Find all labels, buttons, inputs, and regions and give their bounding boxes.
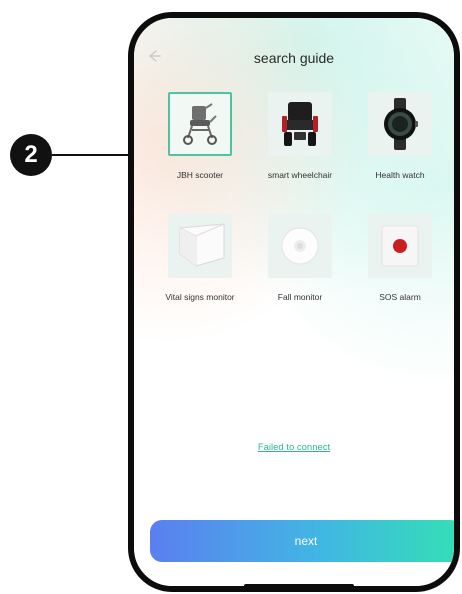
app-screen: search guide JBH scooter smart wheelchai… (134, 18, 454, 586)
vital-monitor-icon (179, 223, 225, 267)
next-button[interactable]: next (150, 520, 454, 562)
device-tile-sos-alarm[interactable] (368, 214, 432, 278)
device-tile-fall-monitor[interactable] (268, 214, 332, 278)
device-label: smart wheelchair (267, 170, 333, 180)
device-tile-smart-wheelchair[interactable] (268, 92, 332, 156)
device-label: Vital signs monitor (165, 292, 235, 302)
wheelchair-icon (282, 102, 318, 146)
device-label: JBH scooter (176, 170, 224, 180)
callout-number-badge: 2 (10, 134, 52, 176)
page-title: search guide (253, 50, 335, 66)
home-indicator[interactable] (244, 584, 354, 586)
sos-alarm-icon (381, 225, 419, 267)
device-label: Health watch (375, 170, 425, 180)
device-tile-vital-signs-monitor[interactable] (168, 214, 232, 278)
fall-monitor-icon (281, 227, 319, 265)
watch-icon (384, 98, 418, 150)
device-label: SOS alarm (379, 292, 421, 302)
instruction-figure: 2 search guide JBH scooter smart wheelch… (0, 0, 462, 594)
failed-to-connect-link[interactable]: Failed to connect (134, 442, 454, 453)
phone-frame: search guide JBH scooter smart wheelchai… (128, 12, 460, 592)
device-label: Fall monitor (277, 292, 323, 302)
scooter-icon (183, 103, 217, 145)
device-tile-jbh-scooter[interactable] (168, 92, 232, 156)
device-tile-health-watch[interactable] (368, 92, 432, 156)
